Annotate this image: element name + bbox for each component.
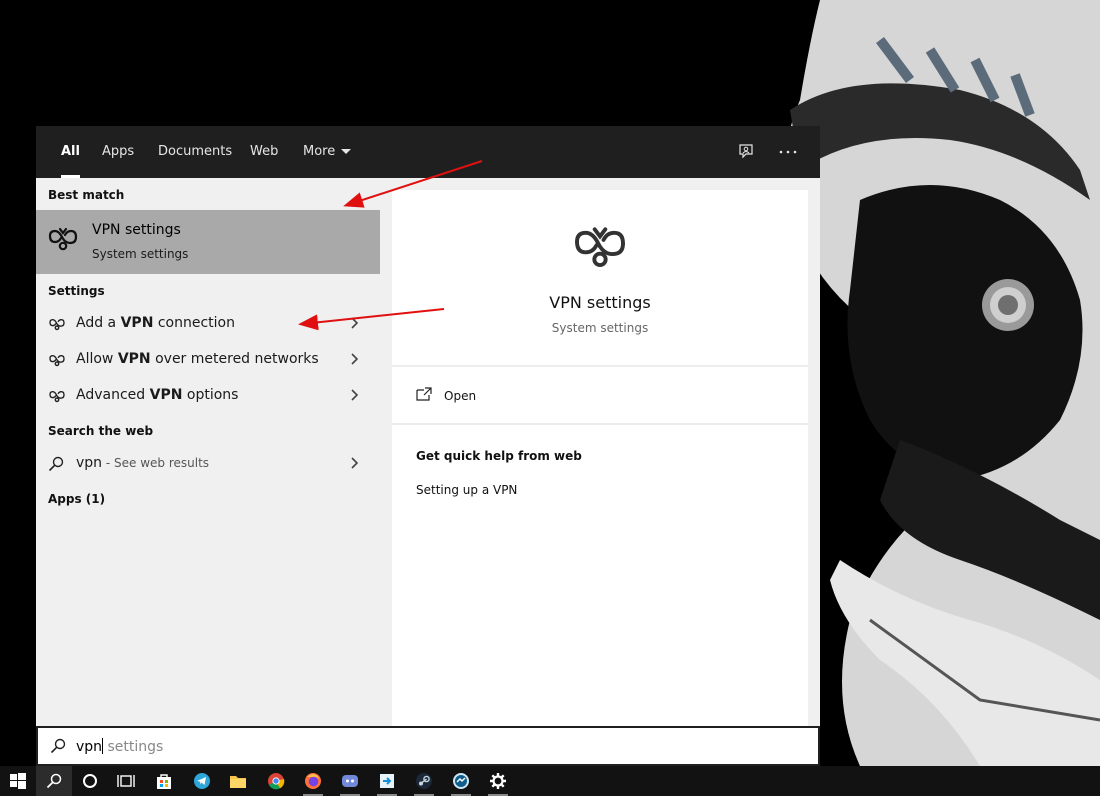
chevron-right-icon[interactable] — [350, 456, 360, 470]
steam-icon[interactable] — [406, 766, 442, 796]
task-view-icon[interactable] — [108, 766, 144, 796]
best-match-vpn-settings[interactable]: VPN settings System settings — [36, 210, 380, 274]
chevron-right-icon[interactable] — [350, 316, 360, 330]
firefox-icon[interactable] — [295, 766, 331, 796]
discord-icon[interactable] — [332, 766, 368, 796]
search-icon[interactable] — [36, 766, 72, 796]
settings-heading: Settings — [48, 284, 105, 298]
search-icon — [48, 456, 64, 472]
tab-apps[interactable]: Apps — [102, 126, 134, 178]
result-web-search-vpn[interactable]: vpn - See web results — [36, 446, 380, 482]
result-label: vpn - See web results — [76, 455, 210, 471]
cortana-icon[interactable] — [72, 766, 108, 796]
divider — [392, 365, 808, 367]
result-label: Allow VPN over metered networks — [76, 351, 319, 367]
tab-documents[interactable]: Documents — [158, 126, 232, 178]
file-explorer-icon[interactable] — [220, 766, 256, 796]
chrome-icon[interactable] — [258, 766, 294, 796]
search-query: vpn settings — [76, 738, 163, 755]
settings-gear-icon[interactable] — [480, 766, 516, 796]
windows-start-icon[interactable] — [0, 766, 36, 796]
start-search-panel: All Apps Documents Web More Best match V… — [36, 126, 820, 766]
preview-title: VPN settings — [549, 293, 651, 312]
feedback-icon[interactable] — [733, 139, 759, 165]
best-match-heading: Best match — [48, 188, 125, 202]
divider — [392, 423, 808, 425]
preview-pane: VPN settings System settings Open Get qu… — [392, 190, 808, 726]
quick-help-heading: Get quick help from web — [416, 449, 582, 463]
preview-subtitle: System settings — [551, 321, 649, 335]
chevron-right-icon[interactable] — [350, 388, 360, 402]
chevron-down-icon — [341, 149, 352, 154]
search-input[interactable]: vpn settings — [36, 726, 820, 766]
taskbar — [0, 766, 1100, 796]
apps-heading[interactable]: Apps (1) — [48, 492, 105, 506]
result-add-vpn-connection[interactable]: Add a VPN connection — [36, 306, 380, 342]
result-label: Add a VPN connection — [76, 315, 235, 331]
open-icon — [416, 387, 432, 401]
messenger-icon[interactable] — [443, 766, 479, 796]
vpn-icon — [575, 227, 625, 267]
tab-more-label: More — [303, 144, 336, 159]
search-icon — [50, 738, 66, 754]
search-web-heading: Search the web — [48, 424, 154, 438]
tab-web[interactable]: Web — [250, 126, 278, 178]
store-icon[interactable] — [146, 766, 182, 796]
vpn-icon — [48, 227, 78, 251]
best-match-subtitle: System settings — [92, 247, 189, 261]
result-label: Advanced VPN options — [76, 387, 239, 403]
help-link-setting-up-vpn[interactable]: Setting up a VPN — [416, 483, 517, 497]
search-scope-tabs: All Apps Documents Web More — [36, 126, 820, 178]
chevron-right-icon[interactable] — [350, 352, 360, 366]
open-label: Open — [444, 389, 477, 403]
search-typed-text: vpn — [76, 739, 103, 755]
tab-all[interactable]: All — [61, 126, 80, 178]
tab-more[interactable]: More — [303, 126, 352, 178]
vpn-icon — [49, 390, 65, 403]
best-match-title: VPN settings — [92, 222, 181, 238]
vpn-icon — [49, 354, 65, 367]
telegram-icon[interactable] — [184, 766, 220, 796]
result-advanced-vpn-options[interactable]: Advanced VPN options — [36, 378, 380, 414]
vpn-icon — [49, 318, 65, 331]
remote-app-icon[interactable] — [369, 766, 405, 796]
result-allow-vpn-metered[interactable]: Allow VPN over metered networks — [36, 342, 380, 378]
more-options-icon[interactable] — [775, 139, 801, 165]
results-list: Best match VPN settings System settings … — [36, 178, 380, 726]
search-suggestion: settings — [103, 739, 164, 755]
